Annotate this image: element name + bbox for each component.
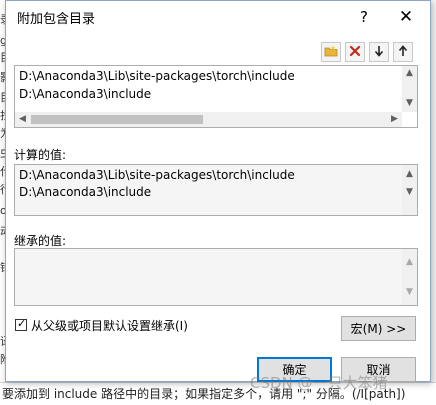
- delete-line-button[interactable]: [345, 42, 365, 62]
- delete-icon: [349, 45, 361, 60]
- horizontal-scrollbar[interactable]: ◀ ▶: [15, 112, 402, 127]
- inherited-values-list: ▲ ▼: [14, 248, 418, 306]
- scroll-up-arrow-icon[interactable]: ▲: [402, 255, 417, 270]
- scroll-down-arrow-icon[interactable]: ▼: [402, 285, 417, 300]
- close-button[interactable]: ✕: [393, 4, 419, 30]
- inherit-checkbox-row[interactable]: ✓ 从父级或项目默认设置继承(I): [15, 317, 188, 333]
- help-button[interactable]: ?: [351, 4, 377, 30]
- list-item: D:\Anaconda3\Lib\site-packages\torch\inc…: [19, 168, 295, 182]
- inherited-values-label: 继承的值:: [14, 234, 67, 248]
- scroll-right-arrow-icon[interactable]: ▶: [387, 112, 402, 127]
- scroll-down-arrow-icon[interactable]: ▼: [402, 96, 417, 111]
- folder-new-icon: [324, 45, 338, 60]
- arrow-down-icon: [374, 45, 384, 60]
- move-up-button[interactable]: [393, 42, 413, 62]
- vertical-scrollbar[interactable]: ▲ ▼: [402, 249, 417, 305]
- vertical-scrollbar[interactable]: ▲ ▼: [402, 66, 417, 112]
- csdn-watermark: CSDN @一只大笨猪: [250, 374, 388, 392]
- inherit-checkbox[interactable]: ✓: [15, 317, 27, 331]
- scroll-down-arrow-icon[interactable]: ▼: [402, 185, 417, 200]
- scroll-left-arrow-icon[interactable]: ◀: [15, 112, 30, 127]
- move-down-button[interactable]: [369, 42, 389, 62]
- list-item: D:\Anaconda3\include: [19, 185, 152, 199]
- inherit-checkbox-label[interactable]: 从父级或项目默认设置继承(I): [31, 317, 188, 334]
- macro-button[interactable]: 宏(M) >>: [341, 316, 416, 341]
- additional-include-directories-dialog: 附加包含目录 ? ✕ D:\Anaconda3\Lib\site-package…: [5, 0, 431, 382]
- horizontal-scroll-thumb[interactable]: [31, 115, 203, 124]
- checkmark-icon: ✓: [17, 317, 27, 330]
- new-line-button[interactable]: [321, 42, 341, 62]
- scroll-up-arrow-icon[interactable]: ▲: [402, 167, 417, 182]
- list-item[interactable]: D:\Anaconda3\include: [19, 87, 151, 101]
- dialog-title: 附加包含目录: [17, 12, 96, 27]
- arrow-up-icon: [398, 44, 408, 60]
- dialog-titlebar[interactable]: 附加包含目录 ? ✕: [6, 1, 430, 33]
- vertical-scrollbar[interactable]: ▲ ▼: [402, 165, 417, 215]
- computed-values-list: D:\Anaconda3\Lib\site-packages\torch\inc…: [14, 164, 418, 216]
- include-directories-list[interactable]: D:\Anaconda3\Lib\site-packages\torch\inc…: [14, 65, 418, 128]
- list-item[interactable]: D:\Anaconda3\Lib\site-packages\torch\inc…: [19, 69, 295, 83]
- computed-values-label: 计算的值:: [14, 148, 67, 162]
- scroll-up-arrow-icon[interactable]: ▲: [402, 66, 417, 81]
